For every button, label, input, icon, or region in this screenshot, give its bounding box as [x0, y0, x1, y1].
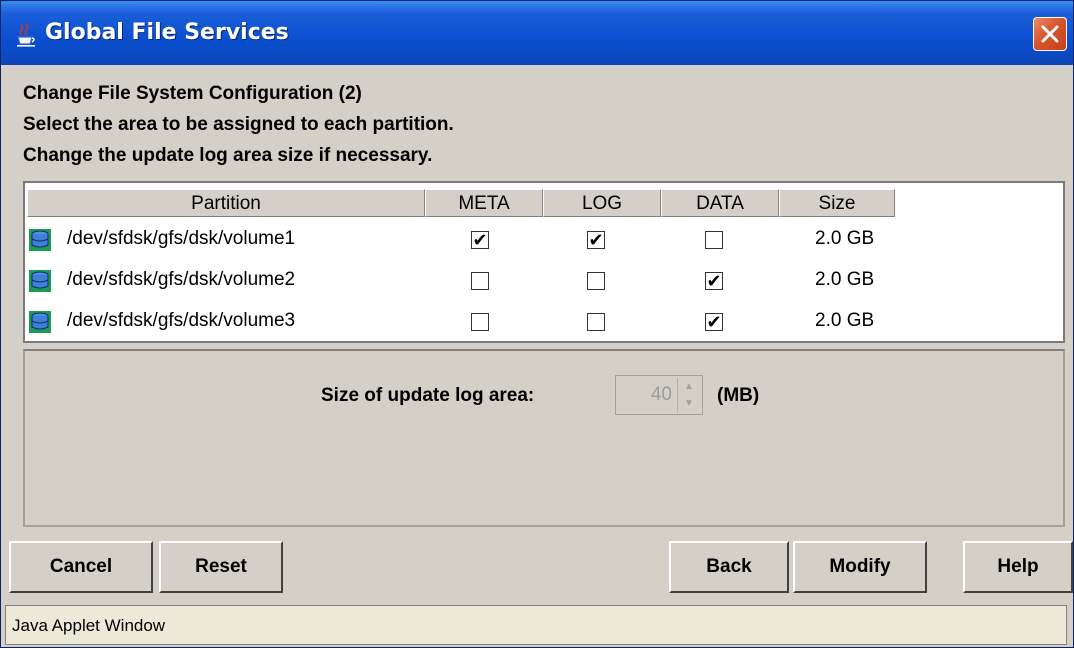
spinner-down-icon[interactable]: ▼ [678, 395, 700, 412]
data-checkbox[interactable] [705, 231, 723, 249]
java-cup-icon [17, 23, 35, 47]
log-checkbox[interactable] [587, 272, 605, 290]
partition-name: /dev/sfdsk/gfs/dsk/volume2 [67, 269, 296, 290]
column-header-meta[interactable]: META [425, 189, 543, 217]
applet-window-label: Java Applet Window [12, 616, 166, 635]
instruction-line-2: Select the area to be assigned to each p… [23, 114, 454, 135]
table-row[interactable]: /dev/sfdsk/gfs/dsk/volume2 ✔ 2.0 GB [25, 262, 1063, 302]
partition-size: 2.0 GB [815, 228, 875, 249]
log-area-unit: (MB) [717, 385, 760, 406]
meta-checkbox[interactable] [471, 272, 489, 290]
data-checkbox[interactable]: ✔ [705, 313, 723, 331]
column-header-log[interactable]: LOG [543, 189, 661, 217]
table-row[interactable]: /dev/sfdsk/gfs/dsk/volume3 ✔ 2.0 GB [25, 303, 1063, 343]
partition-name: /dev/sfdsk/gfs/dsk/volume1 [67, 228, 296, 249]
close-icon [1041, 25, 1059, 43]
log-area-size-spinner[interactable]: 40 ▲ ▼ [615, 375, 703, 415]
disk-icon [29, 229, 51, 251]
title-bar[interactable]: Global File Services [1, 1, 1073, 65]
status-bar: Java Applet Window [5, 605, 1067, 645]
log-area-size-value: 40 [650, 384, 672, 405]
column-header-partition[interactable]: Partition [27, 189, 425, 217]
table-row[interactable]: /dev/sfdsk/gfs/dsk/volume1 ✔ ✔ 2.0 GB [25, 221, 1063, 261]
partition-table: Partition META LOG DATA Size /dev/sfdsk/… [23, 181, 1065, 343]
partition-size: 2.0 GB [815, 310, 875, 331]
log-area-panel: Size of update log area: 40 ▲ ▼ (MB) [23, 349, 1065, 527]
spinner-buttons: ▲ ▼ [677, 378, 700, 412]
meta-checkbox[interactable] [471, 313, 489, 331]
partition-name: /dev/sfdsk/gfs/dsk/volume3 [67, 310, 296, 331]
disk-icon [29, 311, 51, 333]
log-checkbox[interactable]: ✔ [587, 231, 605, 249]
cancel-button[interactable]: Cancel [9, 541, 153, 593]
help-button[interactable]: Help [963, 541, 1073, 593]
log-area-size-label: Size of update log area: [321, 385, 535, 406]
data-checkbox[interactable]: ✔ [705, 272, 723, 290]
modify-button[interactable]: Modify [793, 541, 927, 593]
table-header: Partition META LOG DATA Size [27, 189, 1067, 219]
column-header-data[interactable]: DATA [661, 189, 779, 217]
column-header-size[interactable]: Size [779, 189, 895, 217]
disk-icon [29, 270, 51, 292]
reset-button[interactable]: Reset [159, 541, 283, 593]
partition-size: 2.0 GB [815, 269, 875, 290]
back-button[interactable]: Back [669, 541, 789, 593]
window-title: Global File Services [45, 20, 289, 45]
dialog-window: Global File Services Change File System … [0, 0, 1074, 648]
close-button[interactable] [1033, 17, 1067, 51]
spinner-up-icon[interactable]: ▲ [678, 378, 700, 395]
meta-checkbox[interactable]: ✔ [471, 231, 489, 249]
instructions: Change File System Configuration (2) Sel… [23, 78, 454, 171]
instruction-line-1: Change File System Configuration (2) [23, 83, 362, 104]
instruction-line-3: Change the update log area size if neces… [23, 145, 433, 166]
log-checkbox[interactable] [587, 313, 605, 331]
